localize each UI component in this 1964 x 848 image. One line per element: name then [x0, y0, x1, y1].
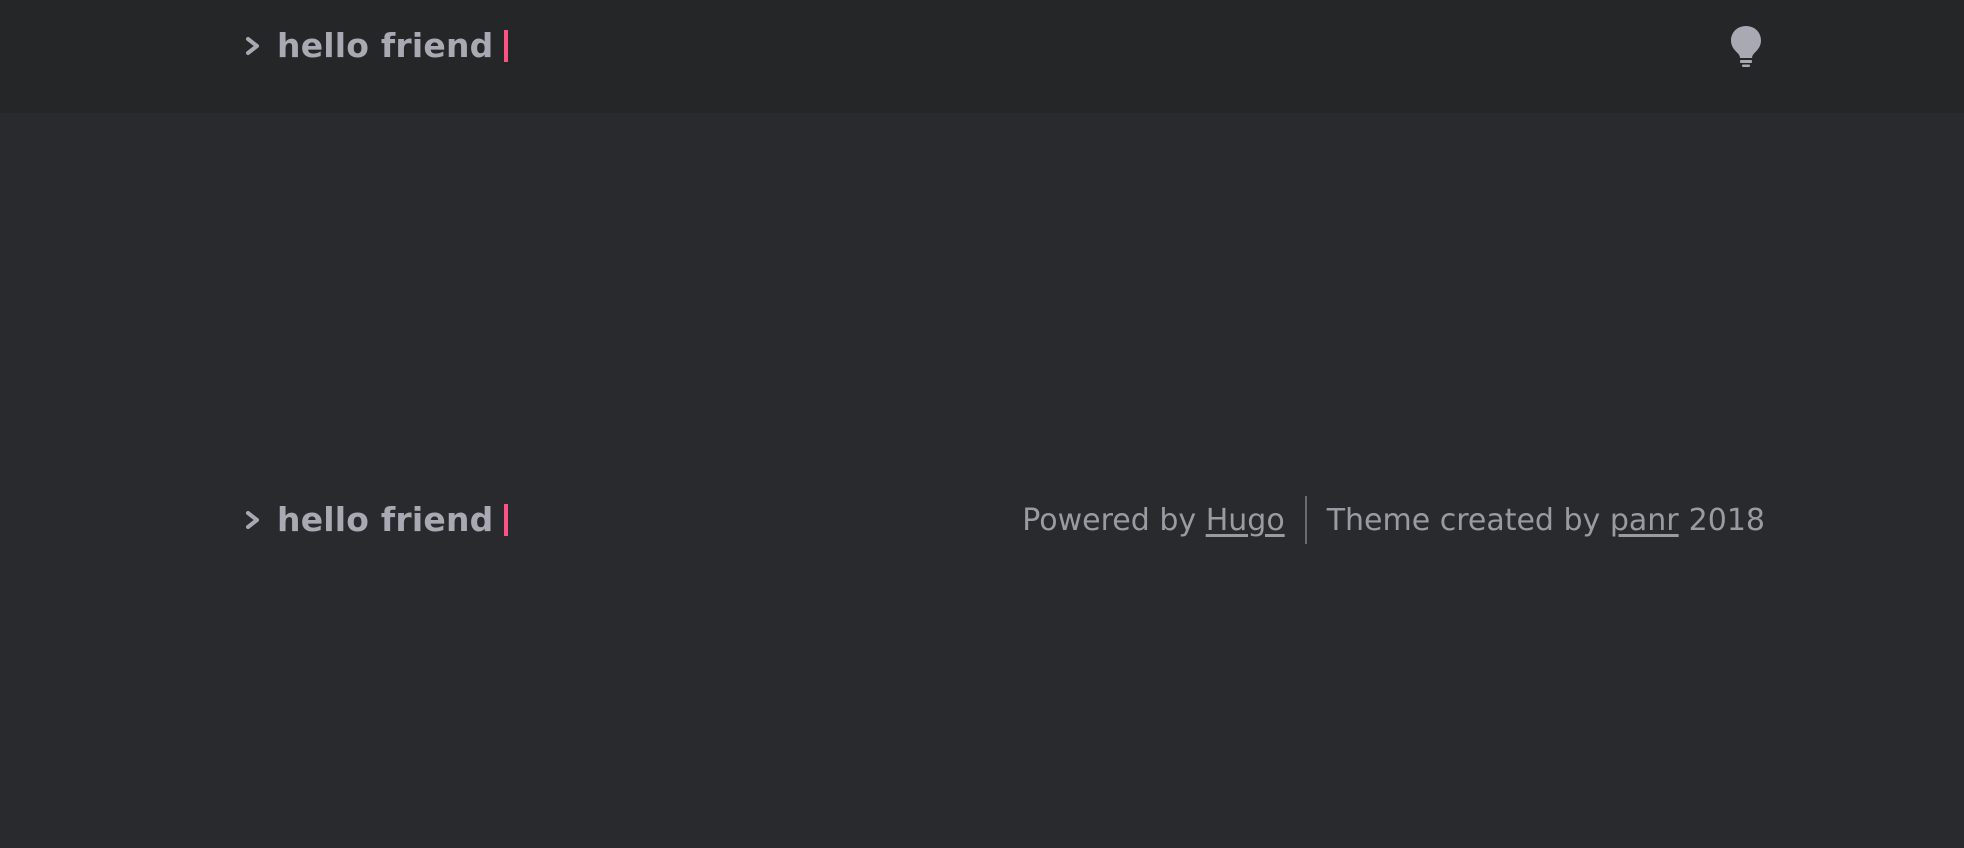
site-header: hello friend: [0, 0, 1964, 113]
header-inner: hello friend: [245, 0, 1765, 90]
footer-logo-link[interactable]: hello friend: [245, 498, 508, 542]
theme-by-prefix: Theme created by: [1326, 502, 1601, 538]
powered-by-prefix: Powered by: [1022, 502, 1197, 538]
panr-link[interactable]: panr: [1610, 503, 1679, 538]
header-logo-text: hello friend: [277, 26, 494, 65]
prompt-chevron-icon: [245, 498, 261, 542]
copyright-year: 2018: [1688, 502, 1765, 538]
header-logo-link[interactable]: hello friend: [245, 24, 508, 68]
lightbulb-icon[interactable]: [1728, 24, 1764, 68]
hugo-link[interactable]: Hugo: [1206, 503, 1285, 538]
copyright-divider: [1304, 496, 1307, 544]
footer-logo-text: hello friend: [277, 500, 494, 539]
prompt-chevron-icon: [245, 24, 261, 68]
copyright: Powered by Hugo Theme created by panr 20…: [1022, 496, 1765, 544]
site-footer: hello friend Powered by Hugo Theme creat…: [245, 496, 1765, 544]
logo-cursor: [503, 30, 508, 62]
logo-cursor: [503, 504, 508, 536]
